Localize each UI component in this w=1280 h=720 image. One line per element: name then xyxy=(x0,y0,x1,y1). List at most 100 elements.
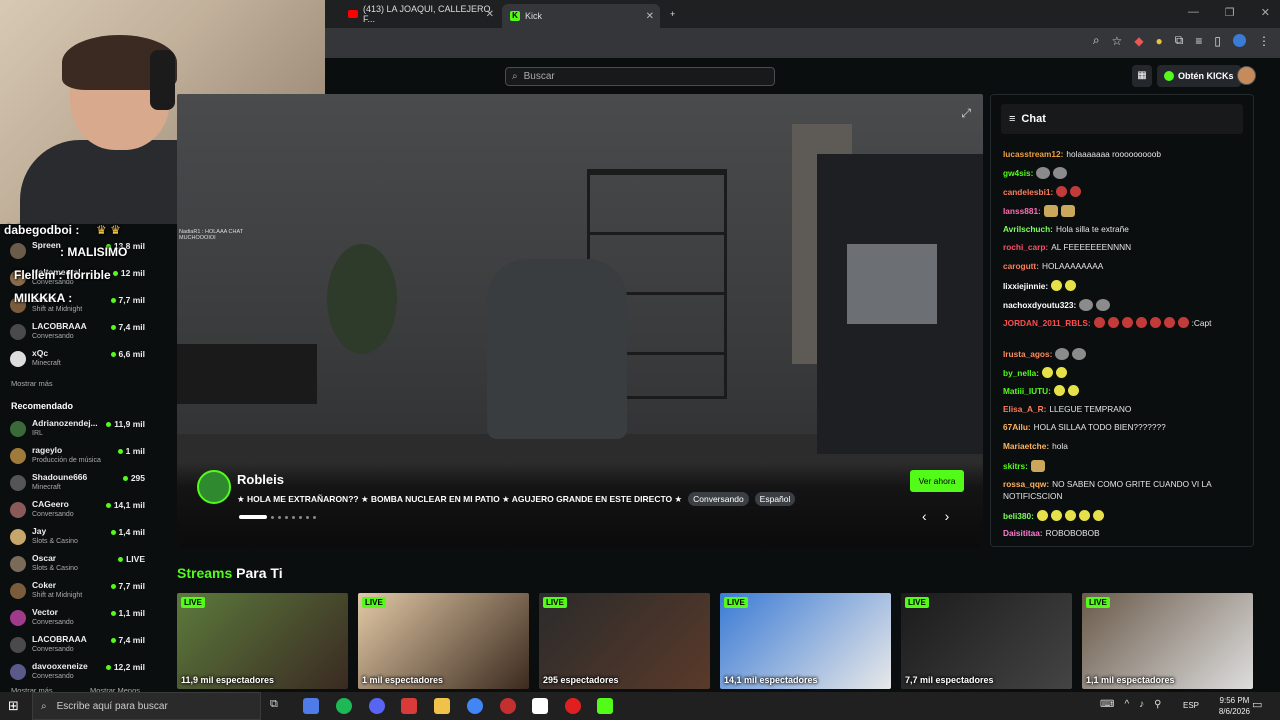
stream-card[interactable]: LIVE 295 espectadores xyxy=(539,593,710,689)
tag-chip[interactable]: Conversando xyxy=(688,492,749,506)
chat-username[interactable]: Avrilschuch: xyxy=(1003,224,1053,234)
chat-message: nachoxdyoutu323: xyxy=(1003,299,1248,311)
sidebar-channel[interactable]: LACOBRAAA Conversando 7,4 mil xyxy=(10,321,145,347)
tab-youtube[interactable]: (413) LA JOAQUI, CALLEJERO F... ✕ xyxy=(340,4,500,24)
restore-icon[interactable]: ❐ xyxy=(1225,6,1235,19)
app-icon[interactable] xyxy=(532,698,548,714)
zoom-icon[interactable]: ⌕ xyxy=(1093,33,1100,48)
taskbar-search-input[interactable]: ⌕ Escribe aquí para buscar xyxy=(32,692,261,720)
copilot-icon[interactable] xyxy=(303,698,319,714)
stream-card[interactable]: LIVE 7,7 mil espectadores xyxy=(901,593,1072,689)
split-icon[interactable]: ▯ xyxy=(1214,34,1221,48)
profile-icon[interactable] xyxy=(1233,34,1246,47)
media-icon[interactable]: ≡ xyxy=(1195,34,1202,48)
menu-dots-icon[interactable]: ⋮ xyxy=(1258,34,1270,48)
tab-kick[interactable]: K Kick ✕ xyxy=(502,4,660,28)
chat-username[interactable]: skitrs: xyxy=(1003,461,1028,471)
sidebar-channel[interactable]: Adrianozendej... IRL 11,9 mil xyxy=(10,418,145,444)
sidebar-channel[interactable]: CAGeero Conversando 14,1 mil xyxy=(10,499,145,525)
opera-icon[interactable] xyxy=(565,698,581,714)
extension-fox-icon[interactable]: ◆ xyxy=(1134,34,1143,48)
extensions-icon[interactable]: ⧉ xyxy=(1175,33,1184,48)
keyboard-icon[interactable]: ⌨ xyxy=(1100,699,1114,710)
minimize-icon[interactable]: — xyxy=(1188,6,1199,19)
close-tab-icon[interactable]: ✕ xyxy=(486,9,494,20)
chat-username[interactable]: 67Ailu: xyxy=(1003,422,1031,432)
sidebar-channel[interactable]: Vector Conversando 1,1 mil xyxy=(10,607,145,633)
sidebar-channel[interactable]: LACOBRAAA Conversando 7,4 mil xyxy=(10,634,145,660)
chat-username[interactable]: lanss881: xyxy=(1003,206,1041,216)
notifications-icon[interactable]: ▭ xyxy=(1252,698,1268,714)
chat-username[interactable]: Daisititaa: xyxy=(1003,528,1043,538)
chat-menu-icon[interactable]: ≡ xyxy=(1009,113,1015,125)
carousel-dot[interactable] xyxy=(299,515,302,519)
stream-card[interactable]: LIVE 1 mil espectadores xyxy=(358,593,529,689)
kick-app-icon[interactable] xyxy=(597,698,613,714)
task-view-icon[interactable]: ⧉ xyxy=(270,698,286,714)
carousel-dot[interactable] xyxy=(313,515,316,519)
emote-icon xyxy=(1051,280,1063,291)
close-window-icon[interactable]: ✕ xyxy=(1261,6,1270,19)
language-indicator[interactable]: ESP xyxy=(1183,701,1199,710)
carousel-dot[interactable] xyxy=(239,515,267,519)
chat-username[interactable]: nachoxdyoutu323: xyxy=(1003,300,1076,310)
chat-username[interactable]: rochi_carp: xyxy=(1003,242,1048,252)
featured-stream-player[interactable]: NadiaR1 : HOLAAA CHAT MUCHOOOIOI ⤢ Roble… xyxy=(177,94,983,547)
chat-username[interactable]: candelesbi1: xyxy=(1003,187,1053,197)
search-input[interactable]: ⌕ Buscar xyxy=(505,67,775,86)
stream-card[interactable]: LIVE 1,1 mil espectadores xyxy=(1082,593,1253,689)
carousel-dot[interactable] xyxy=(271,515,274,519)
carousel-dot[interactable] xyxy=(306,515,309,519)
chrome-icon[interactable] xyxy=(467,698,483,714)
theater-mode-icon[interactable]: ⤢ xyxy=(961,106,971,121)
carousel-dot[interactable] xyxy=(285,515,288,519)
chat-username[interactable]: by_nella: xyxy=(1003,368,1039,378)
sidebar-channel[interactable]: xQc Minecraft 6,6 mil xyxy=(10,348,145,374)
sidebar-channel[interactable]: Jay Slots & Casino 1,4 mil xyxy=(10,526,145,552)
volume-icon[interactable]: ♪ xyxy=(1139,699,1144,710)
stream-card[interactable]: LIVE 11,9 mil espectadores xyxy=(177,593,348,689)
chat-username[interactable]: gw4sis: xyxy=(1003,168,1033,178)
close-tab-icon[interactable]: ✕ xyxy=(646,11,654,22)
sidebar-channel[interactable]: davooxeneize Conversando 12,2 mil xyxy=(10,661,145,687)
file-explorer-icon[interactable] xyxy=(434,698,450,714)
chat-username[interactable]: lucasstream12: xyxy=(1003,149,1063,159)
carousel-dot[interactable] xyxy=(292,515,295,519)
chat-username[interactable]: beli380: xyxy=(1003,511,1034,521)
watch-now-button[interactable]: Ver ahora xyxy=(910,470,964,492)
new-tab-button[interactable]: + xyxy=(662,4,682,24)
chat-username[interactable]: Matiii_IUTU: xyxy=(1003,386,1051,396)
network-icon[interactable]: ⚲ xyxy=(1154,699,1161,710)
stream-card[interactable]: LIVE 14,1 mil espectadores xyxy=(720,593,891,689)
spotify-icon[interactable] xyxy=(336,698,352,714)
tag-chip[interactable]: Español xyxy=(754,492,796,506)
chevron-right-icon[interactable]: › xyxy=(945,508,950,524)
sidebar-channel[interactable]: Coker Shift at Midnight 7,7 mil xyxy=(10,580,145,606)
get-kicks-button[interactable]: Obtén KICKs xyxy=(1157,65,1241,87)
windows-start-icon[interactable]: ⊞ xyxy=(8,698,24,714)
bookmark-star-icon[interactable]: ☆ xyxy=(1112,34,1123,48)
extension-color-icon[interactable]: ● xyxy=(1156,34,1163,48)
sidebar-channel[interactable]: rageylo Producción de música 1 mil xyxy=(10,445,145,471)
chat-username[interactable]: lrusta_agos: xyxy=(1003,349,1052,359)
chevron-left-icon[interactable]: ‹ xyxy=(922,508,927,524)
app-icon[interactable] xyxy=(500,698,516,714)
layout-button[interactable]: ▦ xyxy=(1132,65,1152,87)
streamer-name[interactable]: Robleis xyxy=(237,472,284,487)
clock[interactable]: 9:56 PM 8/6/2026 xyxy=(1219,695,1250,717)
sidebar-channel[interactable]: Shadoune666 Minecraft 295 xyxy=(10,472,145,498)
discord-icon[interactable] xyxy=(369,698,385,714)
user-avatar[interactable] xyxy=(1237,66,1256,85)
chat-username[interactable]: carogutt: xyxy=(1003,261,1039,271)
chevron-up-icon[interactable]: ^ xyxy=(1124,699,1129,710)
chat-username[interactable]: Mariaetche: xyxy=(1003,441,1049,451)
streamer-avatar[interactable] xyxy=(197,470,231,504)
show-more-link[interactable]: Mostrar más xyxy=(11,379,53,388)
app-icon[interactable] xyxy=(401,698,417,714)
sidebar-channel[interactable]: Oscar Slots & Casino LIVE xyxy=(10,553,145,579)
carousel-dot[interactable] xyxy=(278,515,281,519)
chat-username[interactable]: rossa_qqw: xyxy=(1003,479,1049,489)
chat-username[interactable]: JORDAN_2011_RBLS: xyxy=(1003,318,1091,328)
chat-username[interactable]: lixxiejinnie: xyxy=(1003,281,1048,291)
chat-username[interactable]: Elisa_A_R: xyxy=(1003,404,1046,414)
